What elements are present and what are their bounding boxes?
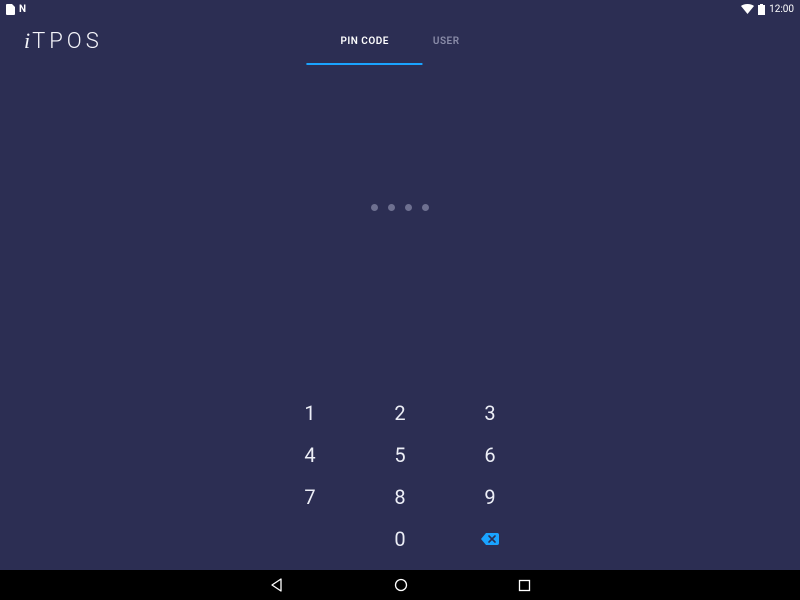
tab-user-label: USER (433, 36, 460, 47)
nav-recent-button[interactable] (518, 579, 531, 592)
back-triangle-icon (270, 578, 284, 592)
key-empty (265, 518, 355, 560)
key-5[interactable]: 5 (355, 434, 445, 476)
logo-text: TPOS (32, 29, 103, 54)
pin-dot (422, 204, 429, 211)
status-left: N (6, 4, 26, 15)
wifi-icon (741, 4, 754, 14)
key-2[interactable]: 2 (355, 392, 445, 434)
app-header: iTPOS PIN CODE USER (0, 18, 800, 64)
pin-dot (405, 204, 412, 211)
key-3[interactable]: 3 (445, 392, 535, 434)
pin-entry-area: 1 2 3 4 5 6 7 8 9 0 (0, 64, 800, 570)
nav-home-button[interactable] (394, 578, 408, 592)
sd-card-icon (6, 4, 15, 15)
key-6[interactable]: 6 (445, 434, 535, 476)
n-icon: N (19, 4, 26, 15)
tab-pin-code-label: PIN CODE (340, 36, 388, 47)
tab-user[interactable]: USER (429, 18, 464, 64)
logo-prefix: i (24, 28, 30, 53)
backspace-icon (481, 533, 499, 545)
pin-dot (388, 204, 395, 211)
key-backspace[interactable] (445, 518, 535, 560)
status-time: 12:00 (769, 4, 794, 15)
tab-pin-code[interactable]: PIN CODE (336, 18, 392, 64)
pin-dots (371, 204, 429, 211)
key-0[interactable]: 0 (355, 518, 445, 560)
key-9[interactable]: 9 (445, 476, 535, 518)
app-logo: iTPOS (24, 28, 103, 54)
key-1[interactable]: 1 (265, 392, 355, 434)
auth-tabs: PIN CODE USER (336, 18, 463, 64)
status-right: 12:00 (741, 4, 794, 15)
android-status-bar: N 12:00 (0, 0, 800, 18)
home-circle-icon (394, 578, 408, 592)
nav-back-button[interactable] (270, 578, 284, 592)
key-8[interactable]: 8 (355, 476, 445, 518)
battery-icon (758, 4, 765, 15)
numeric-keypad: 1 2 3 4 5 6 7 8 9 0 (265, 392, 535, 560)
android-nav-bar (0, 570, 800, 600)
key-7[interactable]: 7 (265, 476, 355, 518)
key-4[interactable]: 4 (265, 434, 355, 476)
pin-dot (371, 204, 378, 211)
recent-square-icon (518, 579, 531, 592)
